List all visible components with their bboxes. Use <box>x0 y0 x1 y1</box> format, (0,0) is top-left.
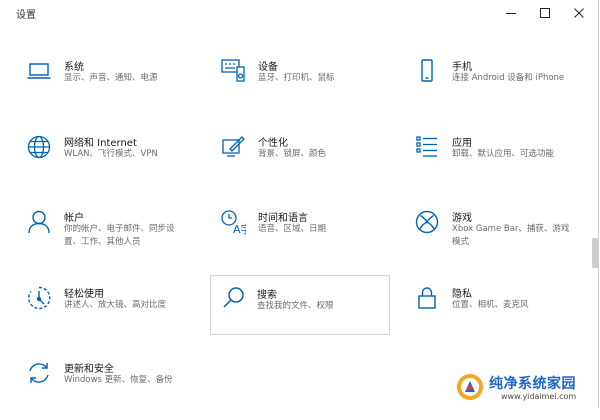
tile-network[interactable]: 网络和 Internet WLAN、飞行模式、VPN <box>10 134 188 194</box>
tile-update-security[interactable]: 更新和安全 Windows 更新、恢复、备份 <box>10 360 188 420</box>
tile-desc: 位置、相机、麦克风 <box>452 300 529 310</box>
scrollbar-thumb[interactable] <box>592 238 598 268</box>
tile-title: 时间和语言 <box>258 213 308 224</box>
globe-icon <box>26 134 52 160</box>
settings-window: 设置 系统 显示、声音、通知、电源 设备 蓝牙、打印机、鼠标 手机 连接 And… <box>0 0 599 408</box>
tile-desc: 查找我的文件、权限 <box>257 301 334 311</box>
time-language-icon: A字 <box>220 209 246 235</box>
tile-desc: 讲述人、放大镜、高对比度 <box>64 300 167 310</box>
tile-title: 帐户 <box>64 213 84 224</box>
tile-title: 设备 <box>258 62 278 73</box>
tile-desc: 显示、声音、通知、电源 <box>64 73 158 83</box>
keyboard-devices-icon <box>220 58 246 84</box>
phone-icon <box>414 58 440 84</box>
tile-title: 网络和 Internet <box>64 138 137 149</box>
tile-desc: WLAN、飞行模式、VPN <box>64 149 158 159</box>
tile-system[interactable]: 系统 显示、声音、通知、电源 <box>10 58 188 118</box>
minimize-button[interactable] <box>496 0 526 26</box>
ease-of-access-icon <box>26 285 52 311</box>
lock-icon <box>414 285 440 311</box>
watermark-url: www.yidaimei.com <box>501 392 577 401</box>
tile-desc: 语音、区域、日期 <box>258 224 327 234</box>
tile-title: 个性化 <box>258 138 288 149</box>
tile-title: 轻松使用 <box>64 289 104 300</box>
tile-apps[interactable]: 应用 卸载、默认应用、可选功能 <box>398 134 576 194</box>
tile-search[interactable]: 搜索 查找我的文件、权限 <box>210 275 390 335</box>
close-icon <box>574 8 584 18</box>
tile-time-language[interactable]: A字 时间和语言 语音、区域、日期 <box>204 209 382 269</box>
person-icon <box>26 209 52 235</box>
svg-text:A字: A字 <box>233 222 246 235</box>
tile-desc: Xbox Game Bar、捕获、游戏模式 <box>452 224 570 247</box>
watermark-name: 纯净系统家园 <box>489 376 576 392</box>
minimize-icon <box>506 13 516 14</box>
tile-phone[interactable]: 手机 连接 Android 设备和 iPhone <box>398 58 576 118</box>
tile-desc: 蓝牙、打印机、鼠标 <box>258 73 335 83</box>
xbox-icon <box>414 209 440 235</box>
tile-title: 隐私 <box>452 289 472 300</box>
tile-desc: 你的帐户、电子邮件、同步设置、工作、其他人员 <box>64 224 175 247</box>
close-button[interactable] <box>564 0 594 26</box>
window-title: 设置 <box>16 10 36 21</box>
tile-title: 搜索 <box>257 290 277 301</box>
tile-desc: Windows 更新、恢复、备份 <box>64 375 173 385</box>
tile-title: 系统 <box>64 62 84 73</box>
watermark-logo-icon <box>455 372 485 402</box>
laptop-icon <box>26 58 52 84</box>
title-bar[interactable]: 设置 <box>0 0 598 26</box>
tile-desc: 连接 Android 设备和 iPhone <box>452 73 565 83</box>
tile-title: 更新和安全 <box>64 364 114 375</box>
maximize-icon <box>540 8 550 18</box>
search-icon <box>221 285 247 311</box>
tile-desc: 背景、锁屏、颜色 <box>258 149 327 159</box>
tile-title: 应用 <box>452 138 472 149</box>
app-list-icon <box>414 134 440 160</box>
tile-ease-of-access[interactable]: 轻松使用 讲述人、放大镜、高对比度 <box>10 285 188 345</box>
maximize-button[interactable] <box>530 0 560 26</box>
tile-personalization[interactable]: 个性化 背景、锁屏、颜色 <box>204 134 382 194</box>
tile-privacy[interactable]: 隐私 位置、相机、麦克风 <box>398 285 576 345</box>
paint-pen-icon <box>220 134 246 160</box>
update-sync-icon <box>26 360 52 386</box>
tile-title: 游戏 <box>452 213 472 224</box>
tile-desc: 卸载、默认应用、可选功能 <box>452 149 555 159</box>
watermark: 纯净系统家园 www.yidaimei.com <box>455 372 595 404</box>
tile-gaming[interactable]: 游戏 Xbox Game Bar、捕获、游戏模式 <box>398 209 576 269</box>
tile-title: 手机 <box>452 62 472 73</box>
tile-devices[interactable]: 设备 蓝牙、打印机、鼠标 <box>204 58 382 118</box>
tile-accounts[interactable]: 帐户 你的帐户、电子邮件、同步设置、工作、其他人员 <box>10 209 188 269</box>
